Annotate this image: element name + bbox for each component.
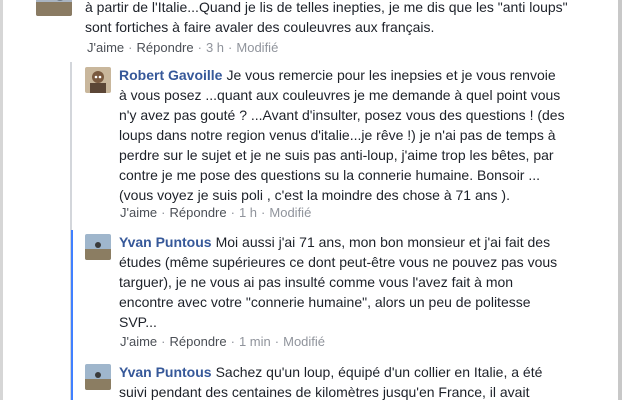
comment-text: à partir de l'Italie...Quand je lis de t…	[85, 0, 568, 35]
reply-link[interactable]: Répondre	[170, 334, 227, 349]
reply-link[interactable]: Répondre	[137, 40, 194, 55]
comment-thread: à partir de l'Italie...Quand je lis de t…	[0, 0, 622, 400]
comment-actions: J'aime · Répondre · 1 min · Modifié	[120, 334, 326, 349]
avatar[interactable]	[85, 364, 111, 390]
like-link[interactable]: J'aime	[120, 205, 157, 220]
highlight-line	[71, 230, 73, 400]
timestamp[interactable]: 3 h	[206, 40, 224, 55]
like-link[interactable]: J'aime	[120, 334, 157, 349]
comment-author[interactable]: Yvan Puntous	[119, 364, 212, 380]
timestamp[interactable]: 1 min	[239, 334, 271, 349]
avatar[interactable]	[85, 234, 111, 260]
comment-text: Yvan Puntous Moi aussi j'ai 71 ans, mon b…	[119, 234, 558, 330]
comment-author[interactable]: Yvan Puntous	[119, 234, 212, 250]
comment-text: Yvan Puntous Sachez qu'un loup, équipé d'…	[119, 364, 543, 400]
comment-text: Robert Gavoille Je vous remercie pour les…	[119, 67, 565, 203]
avatar[interactable]	[36, 0, 72, 16]
comment-author[interactable]: Robert Gavoille	[119, 67, 222, 83]
comment-actions: J'aime · Répondre · 3 h · Modifié	[87, 40, 279, 55]
edited-link[interactable]: Modifié	[283, 334, 325, 349]
like-link[interactable]: J'aime	[87, 40, 124, 55]
reply-link[interactable]: Répondre	[170, 205, 227, 220]
timestamp[interactable]: 1 h	[239, 205, 257, 220]
edited-link[interactable]: Modifié	[269, 205, 311, 220]
avatar[interactable]	[85, 67, 111, 93]
edited-link[interactable]: Modifié	[236, 40, 278, 55]
comment-actions: J'aime · Répondre · 1 h · Modifié	[120, 205, 312, 220]
